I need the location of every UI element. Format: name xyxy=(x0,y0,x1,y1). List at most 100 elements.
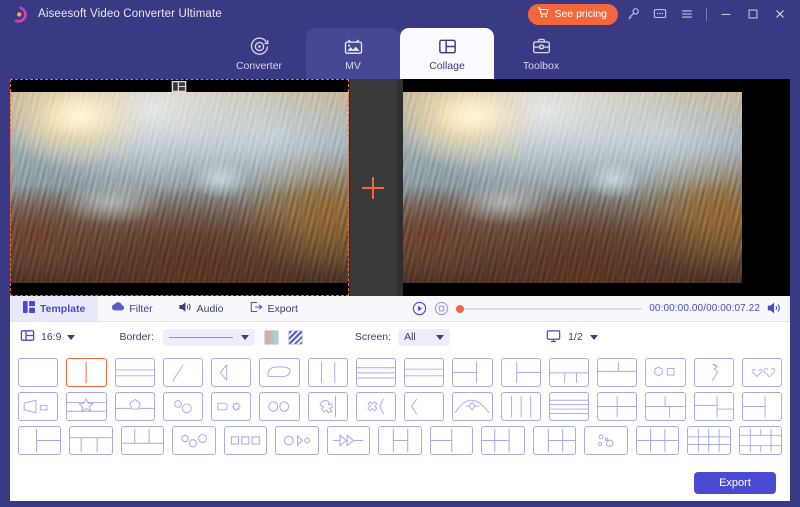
template-three-squares[interactable] xyxy=(223,426,268,455)
template-four-row[interactable] xyxy=(548,392,589,421)
border-style-select[interactable] xyxy=(162,328,255,346)
filmstrip-icon[interactable] xyxy=(172,81,187,92)
video-clip-1[interactable] xyxy=(10,79,349,296)
add-media-button[interactable] xyxy=(348,79,398,296)
template-hexagon-square[interactable] xyxy=(645,358,686,387)
chevron-down-icon[interactable] xyxy=(436,334,445,340)
template-top-band-three-bottom[interactable] xyxy=(69,426,113,455)
timecode: 00:00:00.00/00:00:07.22 xyxy=(649,303,760,314)
color-grid-icon[interactable] xyxy=(263,329,279,345)
template-two-column[interactable] xyxy=(66,358,107,387)
template-nine-grid[interactable] xyxy=(687,426,731,455)
template-three-column[interactable] xyxy=(307,358,348,387)
tab-export-panel-label: Export xyxy=(267,302,298,315)
screen-select[interactable]: All xyxy=(398,328,451,346)
template-grid-left-right-split[interactable] xyxy=(645,392,686,421)
tab-toolbox[interactable]: Toolbox xyxy=(494,28,588,79)
template-two-row-right-pane[interactable] xyxy=(741,392,782,421)
template-arrow-notch[interactable] xyxy=(211,358,252,387)
template-quad-grid[interactable] xyxy=(597,392,638,421)
template-t-top-split[interactable] xyxy=(597,358,638,387)
template-two-row[interactable] xyxy=(114,358,155,387)
stop-square-icon[interactable] xyxy=(434,301,449,316)
template-six-grid[interactable] xyxy=(635,426,680,455)
progress-handle[interactable] xyxy=(456,304,465,313)
template-grid-mixed-b[interactable] xyxy=(429,426,474,455)
edit-tab-bar: Template Filter Audio Export 00:00:00.00… xyxy=(10,296,790,322)
template-double-arrow[interactable] xyxy=(326,426,371,455)
audio-icon xyxy=(179,301,192,316)
template-three-top-bottom-band[interactable] xyxy=(120,426,165,455)
template-three-row[interactable] xyxy=(355,358,396,387)
template-two-ovals[interactable] xyxy=(259,392,300,421)
key-icon[interactable] xyxy=(621,3,645,25)
chevron-down-icon[interactable] xyxy=(67,334,76,340)
template-single[interactable] xyxy=(18,358,59,387)
template-left-stack-right[interactable] xyxy=(452,358,493,387)
tab-collage-label: Collage xyxy=(429,59,465,72)
screen-control[interactable]: Screen: All xyxy=(355,328,451,346)
tab-converter[interactable]: Converter xyxy=(212,28,306,79)
preview-area xyxy=(0,79,800,296)
template-trapezoid-square[interactable] xyxy=(18,392,59,421)
cart-icon xyxy=(537,7,550,21)
template-star-band[interactable] xyxy=(66,392,107,421)
template-rounded-blob[interactable] xyxy=(259,358,300,387)
template-lightning-split[interactable] xyxy=(693,358,734,387)
options-bar: 16:9 Border: Screen: All 1/2 xyxy=(10,322,790,352)
maximize-icon[interactable] xyxy=(741,3,765,25)
menu-icon[interactable] xyxy=(675,3,699,25)
template-left-right-stack[interactable] xyxy=(500,358,541,387)
see-pricing-label: See pricing xyxy=(554,8,607,20)
chevron-down-icon[interactable] xyxy=(240,334,249,340)
page-value: 1/2 xyxy=(568,331,583,343)
converter-icon xyxy=(249,36,270,57)
export-button[interactable]: Export xyxy=(694,472,776,494)
page-control[interactable]: 1/2 xyxy=(546,329,598,346)
progress-slider[interactable] xyxy=(456,304,643,313)
template-t-bottom-split[interactable] xyxy=(548,358,589,387)
template-two-circles-small[interactable] xyxy=(162,392,203,421)
template-pentagon-center[interactable] xyxy=(114,392,155,421)
template-four-column[interactable] xyxy=(500,392,541,421)
diagonal-stripe-icon[interactable] xyxy=(287,329,303,345)
template-diagonal-split[interactable] xyxy=(162,358,203,387)
template-three-row-alt[interactable] xyxy=(404,358,445,387)
template-rounded-gear[interactable] xyxy=(211,392,252,421)
template-x-shape[interactable] xyxy=(355,392,396,421)
title-bar: Aiseesoft Video Converter Ultimate See p… xyxy=(0,0,800,28)
tab-template[interactable]: Template xyxy=(10,296,99,321)
window-bottom-edge xyxy=(0,501,800,507)
template-left-pane-two-right[interactable] xyxy=(18,426,62,455)
template-row xyxy=(18,358,782,387)
template-complex-grid[interactable] xyxy=(738,426,783,455)
tab-filter[interactable]: Filter xyxy=(98,296,165,321)
app-logo-icon xyxy=(10,5,29,24)
volume-icon[interactable] xyxy=(767,301,782,316)
template-grid-mixed-a[interactable] xyxy=(378,426,422,455)
template-grid-left-2x2[interactable] xyxy=(532,426,577,455)
close-icon[interactable] xyxy=(768,3,792,25)
template-grid-2x2-right[interactable] xyxy=(481,426,525,455)
template-bubbles[interactable] xyxy=(584,426,628,455)
tab-audio[interactable]: Audio xyxy=(166,296,237,321)
tab-collage[interactable]: Collage xyxy=(400,28,494,79)
template-circle-arrow-dot[interactable] xyxy=(275,426,319,455)
template-puzzle-piece[interactable] xyxy=(307,392,348,421)
chevron-down-icon[interactable] xyxy=(589,334,598,340)
tab-mv[interactable]: MV xyxy=(306,28,400,79)
template-arc-diamond[interactable] xyxy=(452,392,493,421)
template-three-circles[interactable] xyxy=(172,426,216,455)
minimize-icon[interactable] xyxy=(714,3,738,25)
template-two-hearts[interactable] xyxy=(741,358,782,387)
feedback-icon[interactable] xyxy=(648,3,672,25)
mv-icon xyxy=(343,36,364,57)
collage-output-preview[interactable] xyxy=(403,79,742,296)
play-circle-icon[interactable] xyxy=(412,301,427,316)
tab-export-panel[interactable]: Export xyxy=(237,296,311,321)
template-grid-top-split[interactable] xyxy=(693,392,734,421)
see-pricing-button[interactable]: See pricing xyxy=(528,3,618,25)
aspect-ratio-control[interactable]: 16:9 xyxy=(20,328,76,346)
template-chevron-left[interactable] xyxy=(404,392,445,421)
template-row xyxy=(18,392,782,421)
